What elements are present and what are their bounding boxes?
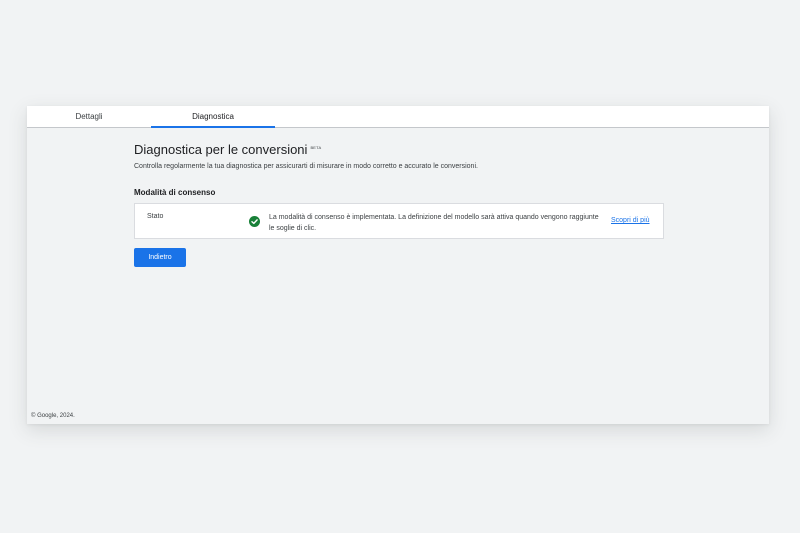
- page-subtitle: Controlla regolarmente la tua diagnostic…: [134, 163, 478, 170]
- tab-dettagli-label: Dettagli: [75, 112, 103, 121]
- consent-status-card: Stato La modalità di consenso è implemen…: [134, 203, 664, 239]
- tab-bar: Dettagli Diagnostica: [27, 106, 769, 128]
- beta-badge: BETA: [310, 145, 322, 150]
- status-label: Stato: [147, 213, 164, 220]
- tab-dettagli[interactable]: Dettagli: [27, 106, 151, 127]
- status-message: La modalità di consenso è implementata. …: [269, 214, 599, 232]
- tab-diagnostica-label: Diagnostica: [192, 112, 234, 121]
- title-row: Diagnostica per le conversioni BETA: [134, 142, 664, 158]
- consent-section-title: Modalità di consenso: [134, 188, 216, 197]
- back-button[interactable]: Indietro: [134, 248, 186, 267]
- footer-copyright: © Google, 2024.: [31, 413, 75, 419]
- check-circle-icon: [249, 216, 260, 227]
- page-title: Diagnostica per le conversioni: [134, 142, 308, 157]
- main-content: Diagnostica per le conversioni BETA Cont…: [134, 142, 664, 267]
- learn-more-link[interactable]: Scopri di più: [611, 217, 650, 224]
- tab-diagnostica[interactable]: Diagnostica: [151, 106, 275, 128]
- main-window: Dettagli Diagnostica Diagnostica per le …: [27, 106, 769, 424]
